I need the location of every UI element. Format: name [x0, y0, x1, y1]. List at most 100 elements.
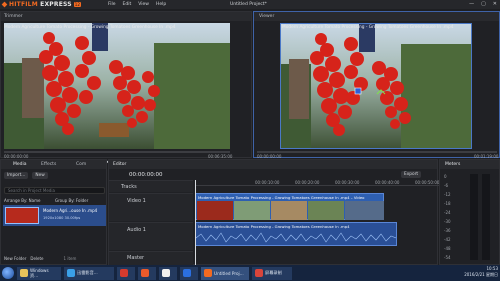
- menu-bar: File Edit View Help: [108, 2, 166, 7]
- import-button[interactable]: Import...: [4, 172, 29, 179]
- delete-button[interactable]: Delete: [30, 256, 43, 261]
- player-icon: [67, 269, 75, 277]
- ruler-label: 00:00:20:00: [295, 180, 320, 185]
- project-title: Untitled Project*: [230, 2, 267, 7]
- menu-file[interactable]: File: [108, 2, 116, 7]
- meter-bar-left: [470, 174, 478, 260]
- audio-waveform: [196, 232, 396, 243]
- tab-meters[interactable]: Meters: [445, 162, 460, 167]
- ruler-label: 00:00:30:00: [335, 180, 360, 185]
- media-item[interactable]: Modern Agri...ouse In .mp4 1920x1080 30.…: [3, 205, 106, 226]
- media-toolbar: Import... New: [4, 172, 48, 179]
- editor-timecode[interactable]: 00:00:00:00: [129, 172, 163, 178]
- ruler-label: 00:00:40:00: [375, 180, 400, 185]
- video-clip[interactable]: Modern Agriculture Tomato Processing - G…: [195, 193, 384, 220]
- audio-clip[interactable]: Modern Agriculture Tomato Processing - G…: [195, 222, 397, 246]
- trimmer-scrub-bar[interactable]: [4, 151, 230, 153]
- maximize-button[interactable]: ▢: [481, 1, 486, 7]
- meter-bar-right: [482, 174, 490, 260]
- editor-panel: Editor 00:00:00:00 Export 00:00:10:00 00…: [108, 159, 439, 266]
- playhead[interactable]: [195, 180, 196, 266]
- logo-text: HITFILM EXPRESS: [9, 1, 72, 8]
- menu-help[interactable]: Help: [156, 2, 166, 7]
- start-button[interactable]: [2, 267, 14, 279]
- ruler-label: 00:00:50:00: [415, 180, 440, 185]
- menu-view[interactable]: View: [138, 2, 149, 7]
- app-icon: [162, 269, 170, 277]
- video-track-header[interactable]: Video 1: [109, 193, 193, 221]
- media-search-input[interactable]: Search in Project Media: [4, 187, 105, 194]
- timeline-ruler[interactable]: 00:00:10:00 00:00:20:00 00:00:30:00 00:0…: [195, 180, 439, 186]
- viewer-panel: Viewer Modern Agriculture Tomato Process…: [253, 11, 500, 165]
- tab-effects[interactable]: Effects: [41, 162, 56, 167]
- export-button[interactable]: Export: [401, 171, 422, 178]
- clock-date: 2016/2/21 星期日: [464, 272, 498, 277]
- tab-composite[interactable]: Com: [76, 162, 86, 167]
- new-button[interactable]: New: [32, 172, 48, 179]
- media-thumbnail: [5, 207, 39, 224]
- app-logo: HITFILM EXPRESS 12: [0, 1, 108, 8]
- trimmer-video[interactable]: [4, 23, 230, 149]
- audio-track-header[interactable]: Audio 1: [109, 222, 193, 250]
- taskbar-item-app[interactable]: [159, 266, 177, 280]
- item-count: 1 item: [63, 256, 77, 261]
- meter-tick: -42: [444, 237, 451, 242]
- editor-header: [109, 160, 437, 169]
- video-track-label: Video 1: [127, 198, 146, 204]
- system-tray-clock[interactable]: 10:53 2016/2/21 星期日: [464, 266, 498, 278]
- media-item-subtitle: 1920x1080 30.00fps: [43, 216, 81, 220]
- tab-media[interactable]: Media: [13, 162, 27, 167]
- hitfilm-icon: [204, 269, 212, 277]
- viewer-filename: Modern Agriculture Tomato Processing - G…: [282, 25, 454, 30]
- tomato-frame-image: [4, 23, 230, 149]
- app-icon: [120, 269, 128, 277]
- trimmer-filename: Modern Agriculture Tomato Processing - G…: [4, 25, 176, 30]
- audio-track-label: Audio 1: [127, 227, 146, 233]
- viewer-header: [254, 12, 499, 21]
- viewer-video[interactable]: [280, 23, 472, 149]
- taskbar-item-explorer[interactable]: Windows 资...: [17, 266, 61, 280]
- folder-icon: [20, 269, 28, 277]
- meter-tick: -24: [444, 210, 451, 215]
- meter-tick: 0: [444, 174, 447, 179]
- taskbar-item-label: Untitled Proj...: [214, 270, 244, 276]
- meter-scale: 0 -6 -12 -18 -24 -30 -36 -42 -48 -54: [444, 174, 466, 260]
- arrange-by-dropdown[interactable]: Arrange By: Name: [4, 198, 40, 203]
- menu-edit[interactable]: Edit: [123, 2, 132, 7]
- media-panel: Media Effects Com Import... New Search i…: [0, 159, 107, 265]
- tab-trimmer[interactable]: Trimmer: [4, 14, 23, 19]
- app-icon: [141, 269, 149, 277]
- close-button[interactable]: ✕: [493, 1, 497, 7]
- taskbar-item-app[interactable]: [138, 266, 156, 280]
- minimize-button[interactable]: —: [469, 1, 474, 7]
- viewer-scrub-bar[interactable]: [257, 151, 497, 153]
- tomato-frame-image: [281, 24, 471, 148]
- meter-tick: -30: [444, 219, 451, 224]
- meter-tick: -18: [444, 201, 451, 206]
- meter-tick: -36: [444, 228, 451, 233]
- clip-thumbnails: [197, 201, 384, 220]
- taskbar-item-app[interactable]: [117, 266, 135, 280]
- window-controls: — ▢ ✕: [469, 1, 497, 7]
- new-folder-button[interactable]: New Folder: [4, 256, 26, 261]
- master-track-label: Master: [127, 255, 145, 261]
- taskbar-item-recorder[interactable]: 屏幕录制: [252, 266, 292, 280]
- audio-clip-label: Modern Agriculture Tomato Processing - G…: [198, 224, 350, 229]
- tab-editor[interactable]: Editor: [113, 162, 126, 167]
- title-bar: HITFILM EXPRESS 12 File Edit View Help U…: [0, 0, 500, 9]
- trimmer-panel: Trimmer Modern Agriculture Tomato Proces…: [0, 11, 252, 165]
- meter-tick: -6: [444, 183, 448, 188]
- taskbar-item-hitfilm[interactable]: Untitled Proj...: [201, 266, 249, 280]
- hitfilm-logo-icon: [1, 1, 8, 8]
- meter-tick: -48: [444, 246, 451, 251]
- taskbar-item-player[interactable]: 迅雷影音...: [64, 266, 114, 280]
- app-icon: [183, 269, 191, 277]
- taskbar-item-label: 屏幕录制: [265, 270, 282, 275]
- media-item-title: Modern Agri...ouse In .mp4: [43, 208, 98, 213]
- taskbar-item-label: 迅雷影音...: [77, 270, 98, 275]
- taskbar-item-app[interactable]: [180, 266, 198, 280]
- tab-viewer[interactable]: Viewer: [259, 14, 274, 19]
- group-by-dropdown[interactable]: Group By: Folder: [55, 198, 88, 203]
- meter-tick: -12: [444, 192, 451, 197]
- trimmer-header: [1, 12, 251, 21]
